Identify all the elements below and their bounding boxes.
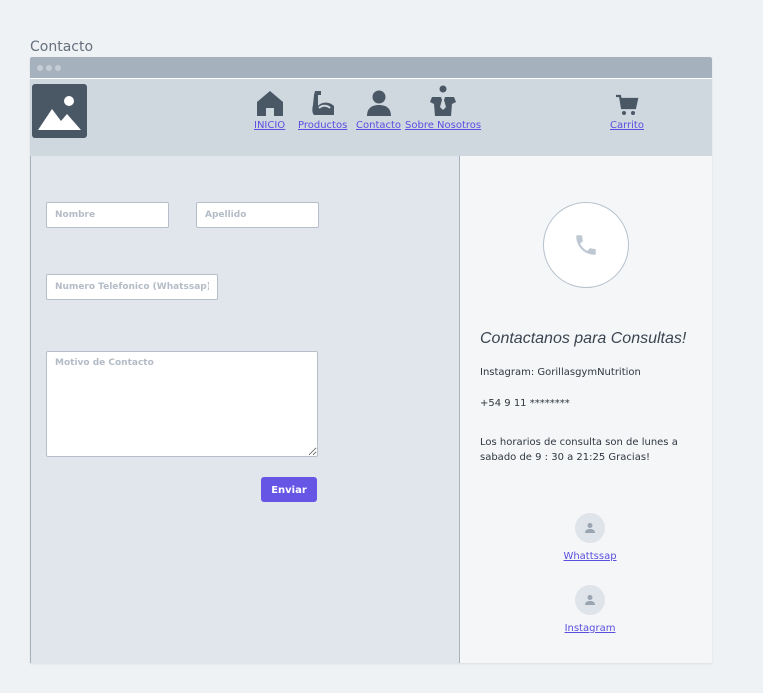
- cart-icon: [615, 81, 639, 117]
- nav-label-sobre-nosotros[interactable]: Sobre Nosotros: [405, 120, 481, 131]
- phone-text: +54 9 11 ********: [480, 398, 570, 409]
- contact-heading: Contactanos para Consultas!: [480, 330, 687, 347]
- user-icon: [585, 595, 595, 605]
- contact-info-panel: Contactanos para Consultas! Instagram: G…: [460, 156, 712, 663]
- motivo-contacto-field[interactable]: [46, 351, 318, 457]
- user-icon: [366, 81, 392, 117]
- window-titlebar: [30, 57, 712, 78]
- social-whatsapp[interactable]: Whattssap: [555, 513, 625, 562]
- phone-avatar: [543, 202, 629, 288]
- contact-form-panel: Enviar: [30, 156, 460, 663]
- enviar-button[interactable]: Enviar: [261, 477, 317, 502]
- flexed-arm-icon: [310, 81, 336, 117]
- user-icon: [585, 523, 595, 533]
- apellido-field[interactable]: [196, 202, 319, 228]
- nav-item-carrito[interactable]: Carrito: [610, 81, 644, 131]
- whatsapp-avatar[interactable]: [575, 513, 605, 543]
- nav-label-productos[interactable]: Productos: [298, 120, 347, 131]
- hours-text: Los horarios de consulta son de lunes a …: [480, 437, 678, 463]
- social-instagram[interactable]: Instagram: [555, 585, 625, 634]
- whatsapp-link[interactable]: Whattssap: [555, 551, 625, 562]
- instagram-text: Instagram: GorillasgymNutrition: [480, 367, 641, 378]
- nav-item-productos[interactable]: Productos: [298, 81, 347, 131]
- nav-item-contacto[interactable]: Contacto: [356, 81, 401, 131]
- window-dot-icon: [46, 65, 52, 71]
- nav-label-inicio[interactable]: INICIO: [254, 120, 285, 131]
- navbar: INICIO Productos Contacto Sobre Nosotros…: [30, 79, 712, 156]
- nav-item-sobre-nosotros[interactable]: Sobre Nosotros: [405, 81, 481, 131]
- nav-item-inicio[interactable]: INICIO: [254, 81, 285, 131]
- nav-label-carrito[interactable]: Carrito: [610, 120, 644, 131]
- page-title: Contacto: [30, 39, 94, 55]
- telefono-field[interactable]: [46, 274, 218, 300]
- window-dot-icon: [55, 65, 61, 71]
- window-dot-icon: [37, 65, 43, 71]
- browser-window: INICIO Productos Contacto Sobre Nosotros…: [30, 57, 712, 663]
- instagram-avatar[interactable]: [575, 585, 605, 615]
- home-icon: [256, 81, 284, 117]
- nav-label-contacto[interactable]: Contacto: [356, 120, 401, 131]
- phone-icon: [576, 235, 596, 255]
- image-icon: [38, 96, 81, 130]
- logo-image-placeholder[interactable]: [32, 84, 87, 138]
- instagram-link[interactable]: Instagram: [555, 623, 625, 634]
- nombre-field[interactable]: [46, 202, 169, 228]
- person-tie-icon: [429, 81, 457, 117]
